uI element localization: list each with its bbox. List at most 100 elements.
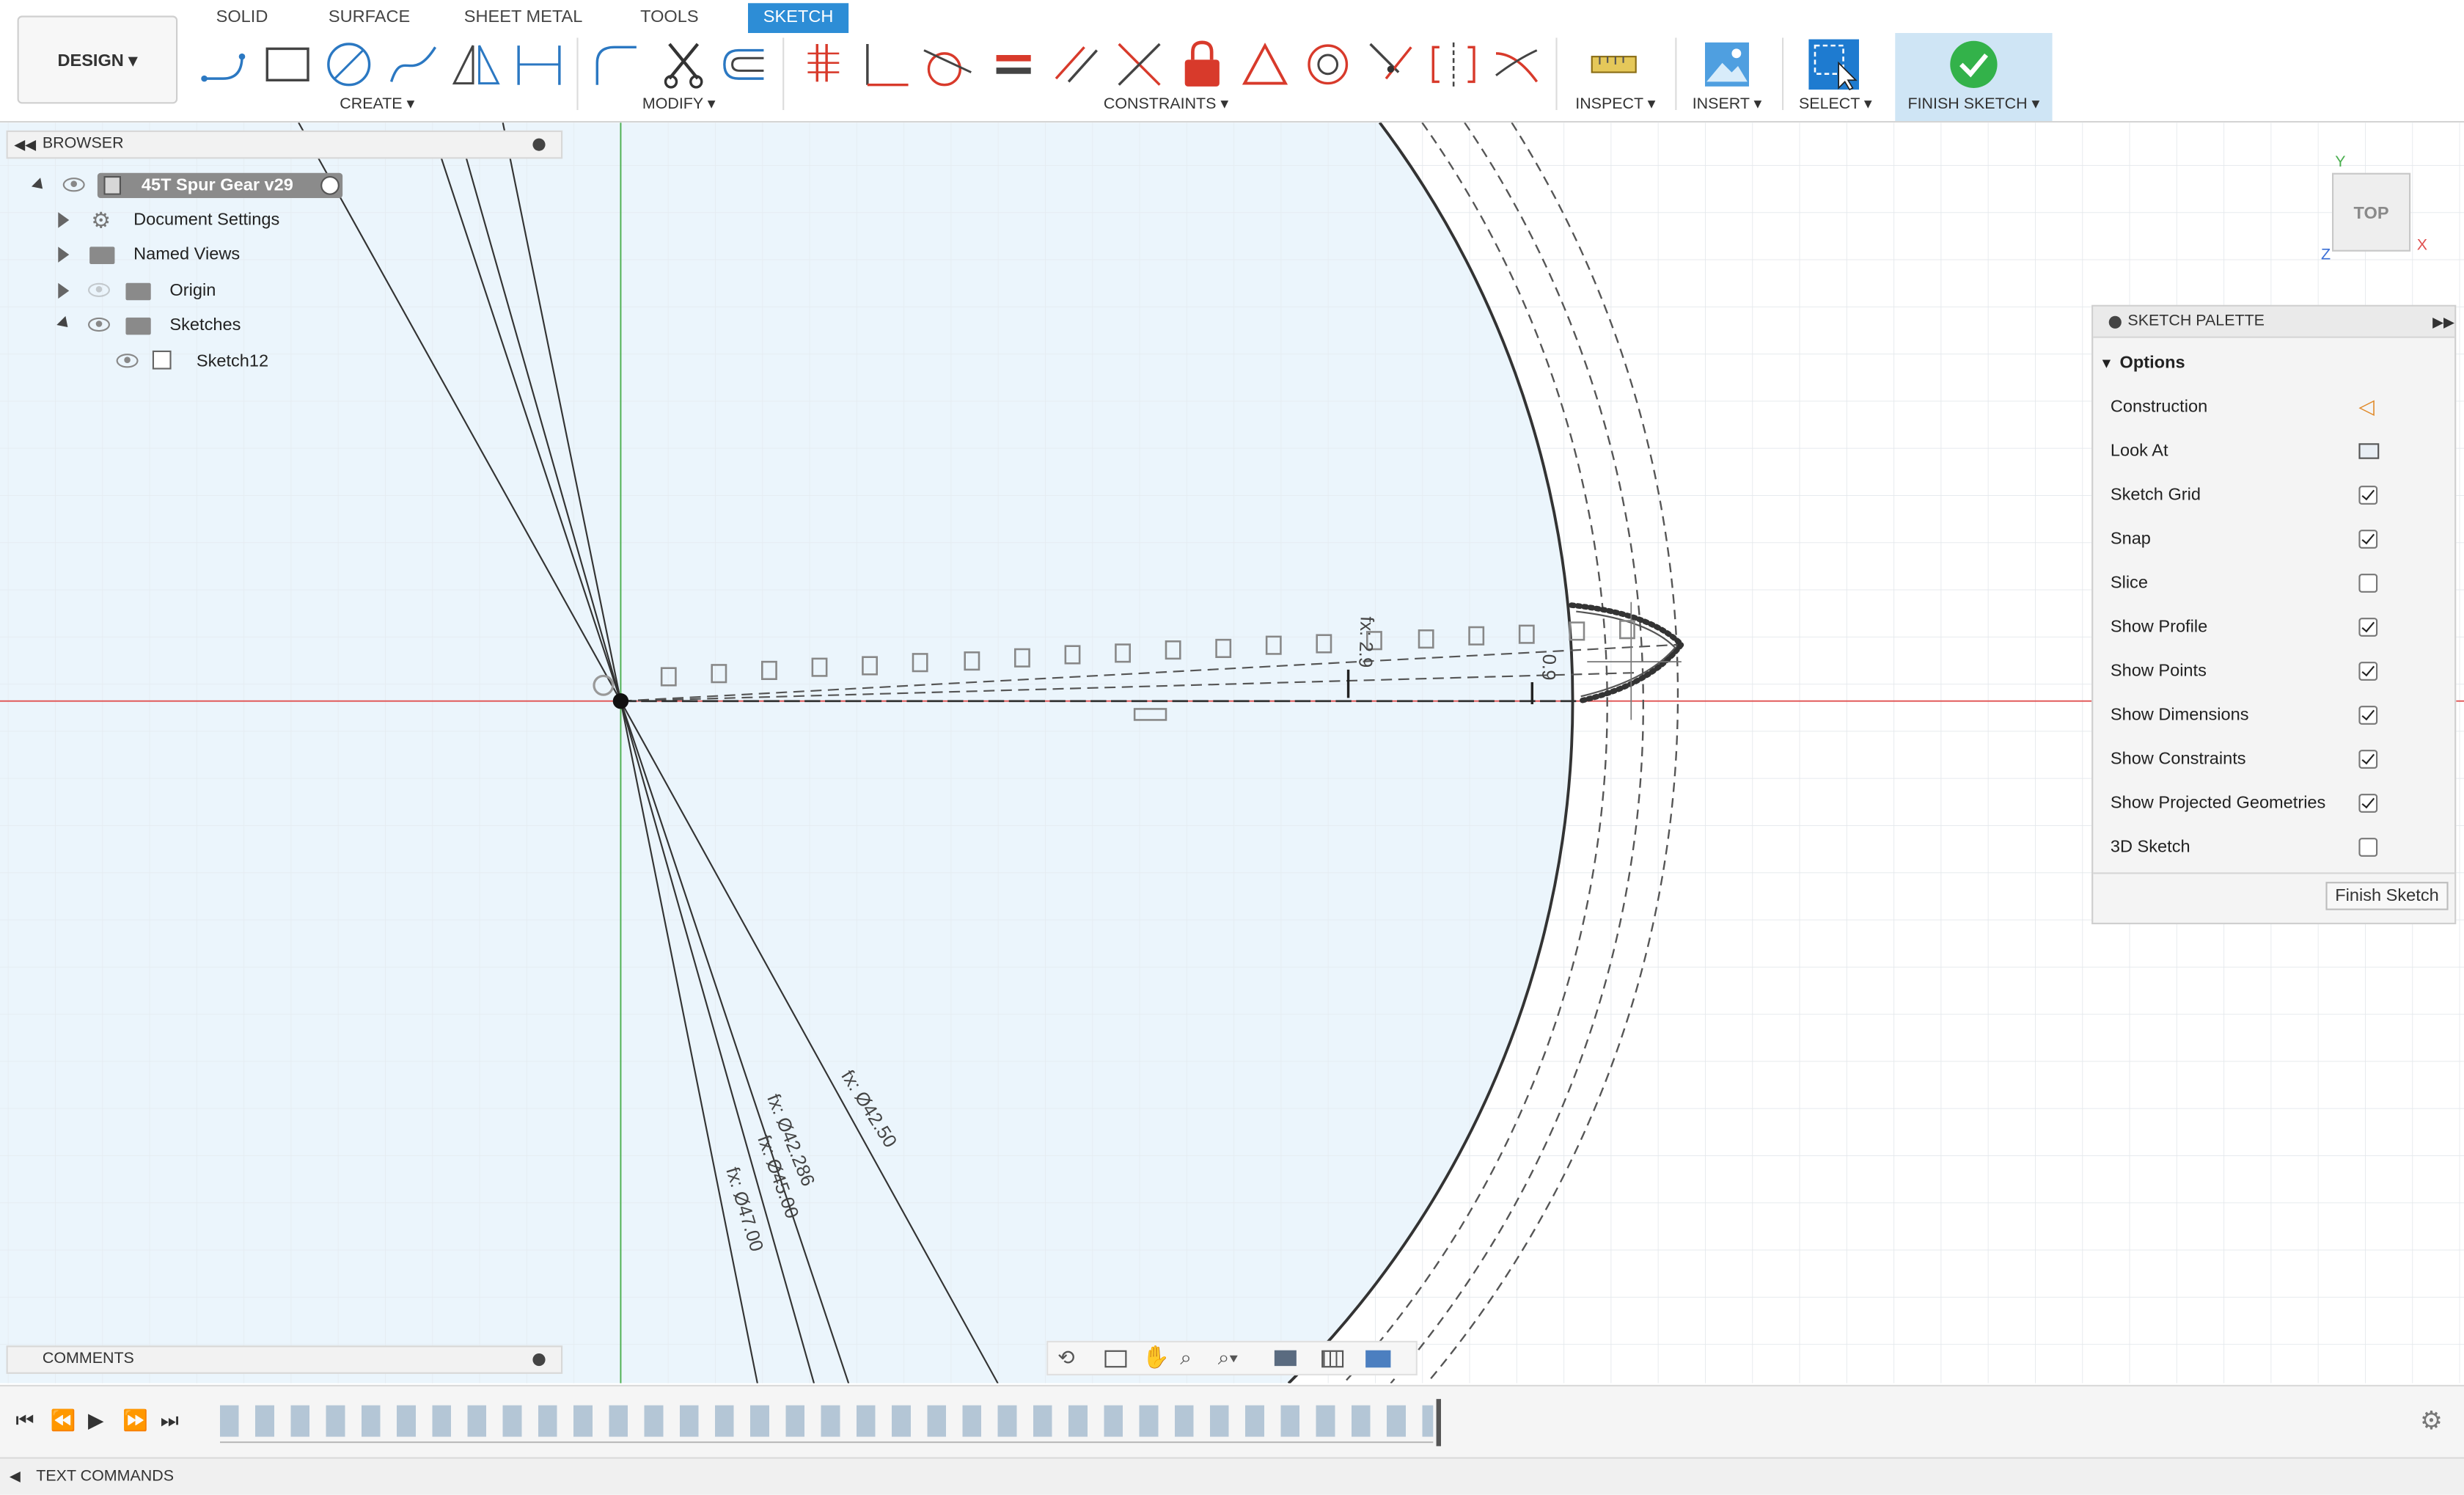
orbit-icon[interactable]: ⟲ xyxy=(1057,1345,1074,1370)
browser-item-named-views[interactable]: Named Views xyxy=(29,241,343,269)
perpendicular-x-constraint-icon[interactable] xyxy=(1112,37,1166,91)
palette-row-show-constraints[interactable]: Show Constraints xyxy=(2111,744,2441,775)
browser-item-sketch12[interactable]: Sketch12 xyxy=(29,348,343,376)
symmetry-constraint-icon[interactable] xyxy=(1427,37,1481,91)
show-projected-geometries-checkbox[interactable] xyxy=(2358,794,2378,813)
expand-triangle-icon[interactable] xyxy=(31,178,48,194)
circle-tool-icon[interactable] xyxy=(322,37,375,91)
palette-row-show-points[interactable]: Show Points xyxy=(2111,656,2441,687)
options-section-header[interactable]: ▼ Options xyxy=(2100,348,2430,379)
look-at-nav-icon[interactable] xyxy=(1104,1350,1127,1368)
construction-icon[interactable]: ◁ xyxy=(2358,392,2374,423)
tab-tools[interactable]: TOOLS xyxy=(631,3,707,33)
palette-row-show-projected-geometries[interactable]: Show Projected Geometries xyxy=(2111,788,2441,819)
trim-tool-icon[interactable] xyxy=(657,37,711,91)
3d-sketch-checkbox[interactable] xyxy=(2358,838,2378,857)
browser-panel-header[interactable]: ◀◀ BROWSER xyxy=(6,130,563,159)
browser-item-document-settings[interactable]: ⚙ Document Settings xyxy=(29,206,343,235)
finish-sketch-label[interactable]: FINISH SKETCH ▾ xyxy=(1895,96,2052,114)
tangent-constraint-icon[interactable] xyxy=(921,37,975,91)
perpendicular-constraint-icon[interactable] xyxy=(861,37,914,91)
palette-row-show-dimensions[interactable]: Show Dimensions xyxy=(2111,700,2441,731)
inspect-menu[interactable]: INSPECT ▾ xyxy=(1565,96,1665,114)
curvature-constraint-icon[interactable] xyxy=(1489,37,1543,91)
timeline-marker[interactable] xyxy=(1436,1399,1441,1447)
browser-root-row[interactable]: 45T Spur Gear v29 xyxy=(29,172,359,200)
pan-hand-icon[interactable]: ✋ xyxy=(1143,1344,1170,1370)
go-to-end-icon[interactable]: ⏭ xyxy=(161,1408,179,1433)
text-commands-bar[interactable]: ◀ TEXT COMMANDS xyxy=(0,1457,2464,1495)
visibility-eye-icon[interactable] xyxy=(62,178,85,192)
timeline-feature-icons[interactable] xyxy=(220,1405,1434,1437)
expand-triangle-icon[interactable] xyxy=(58,212,70,228)
show-constraints-checkbox[interactable] xyxy=(2358,750,2378,769)
comments-panel-header[interactable]: COMMENTS xyxy=(6,1345,563,1374)
palette-row-show-profile[interactable]: Show Profile xyxy=(2111,612,2441,643)
spline-tool-icon[interactable] xyxy=(386,37,440,91)
expand-triangle-icon[interactable] xyxy=(58,246,70,263)
show-dimensions-checkbox[interactable] xyxy=(2358,706,2378,725)
palette-row-look-at[interactable]: Look At xyxy=(2111,436,2441,467)
show-points-checkbox[interactable] xyxy=(2358,662,2378,681)
sketch-palette-header[interactable]: SKETCH PALETTE ▶▶ xyxy=(2093,306,2455,338)
zoom-icon[interactable]: ⌕ xyxy=(1180,1345,1192,1370)
expand-triangle-icon[interactable] xyxy=(58,282,70,299)
sketch-grid-checkbox[interactable] xyxy=(2358,486,2378,505)
insert-menu[interactable]: INSERT ▾ xyxy=(1682,96,1772,114)
text-commands-expand-icon[interactable]: ◀ xyxy=(10,1459,21,1495)
tab-surface[interactable]: SURFACE xyxy=(320,3,418,33)
dimension-tool-icon[interactable] xyxy=(513,37,566,91)
fix-unfix-lock-icon[interactable] xyxy=(1176,37,1229,91)
tab-solid[interactable]: SOLID xyxy=(205,3,280,33)
create-menu[interactable]: CREATE ▾ xyxy=(315,96,440,114)
collapse-palette-icon[interactable] xyxy=(2108,315,2122,329)
measure-icon[interactable] xyxy=(1587,37,1640,91)
coincident-constraint-icon[interactable] xyxy=(799,37,852,91)
timeline-settings-gear-icon[interactable]: ⚙ xyxy=(2420,1406,2443,1437)
concentric-constraint-icon[interactable] xyxy=(1301,37,1354,91)
visibility-eye-icon[interactable] xyxy=(116,354,139,368)
palette-row-sketch-grid[interactable]: Sketch Grid xyxy=(2111,480,2441,511)
palette-row-snap[interactable]: Snap xyxy=(2111,524,2441,555)
viewcube-top-face[interactable]: TOP xyxy=(2332,172,2411,252)
palette-finish-sketch-button[interactable]: Finish Sketch xyxy=(2325,882,2449,910)
look-at-icon[interactable] xyxy=(2358,443,2380,459)
palette-row-3d-sketch[interactable]: 3D Sketch xyxy=(2111,832,2441,863)
expand-palette-icon[interactable]: ▶▶ xyxy=(2432,307,2454,338)
equal-constraint-icon[interactable] xyxy=(987,37,1041,91)
collinear-constraint-icon[interactable] xyxy=(1364,37,1418,91)
modify-menu[interactable]: MODIFY ▾ xyxy=(616,96,741,114)
browser-item-sketches[interactable]: Sketches xyxy=(29,311,343,340)
add-comment-icon[interactable] xyxy=(532,1353,546,1367)
section-collapse-triangle-icon[interactable]: ▼ xyxy=(2100,355,2113,370)
insert-image-icon[interactable] xyxy=(1701,37,1754,91)
snap-checkbox[interactable] xyxy=(2358,530,2378,549)
constraints-menu[interactable]: CONSTRAINTS ▾ xyxy=(1085,96,1248,114)
display-settings-icon[interactable] xyxy=(1274,1350,1297,1367)
expand-triangle-icon[interactable] xyxy=(56,315,73,332)
palette-row-construction[interactable]: Construction ◁ xyxy=(2111,392,2441,423)
browser-item-origin[interactable]: Origin xyxy=(29,277,343,305)
play-icon[interactable]: ▶ xyxy=(88,1408,103,1433)
activate-radio-icon[interactable] xyxy=(320,176,340,195)
panel-options-icon[interactable] xyxy=(532,138,546,151)
select-icon[interactable] xyxy=(1807,37,1860,91)
tab-sheet-metal[interactable]: SHEET METAL xyxy=(459,3,588,33)
show-profile-checkbox[interactable] xyxy=(2358,618,2378,637)
step-back-icon[interactable]: ⏪ xyxy=(51,1408,76,1433)
line-tool-icon[interactable] xyxy=(198,37,252,91)
visibility-eye-icon[interactable] xyxy=(88,317,110,332)
palette-row-slice[interactable]: Slice xyxy=(2111,568,2441,599)
parallel-constraint-icon[interactable] xyxy=(1049,37,1103,91)
step-forward-icon[interactable]: ⏩ xyxy=(122,1408,148,1433)
select-menu[interactable]: SELECT ▾ xyxy=(1789,96,1883,114)
fillet-tool-icon[interactable] xyxy=(590,37,643,91)
slice-checkbox[interactable] xyxy=(2358,574,2378,593)
offset-tool-icon[interactable] xyxy=(716,37,770,91)
zoom-window-icon[interactable]: ⌕▾ xyxy=(1218,1345,1238,1370)
go-to-start-icon[interactable]: ⏮ xyxy=(15,1408,34,1433)
grid-snaps-icon[interactable] xyxy=(1321,1350,1344,1368)
midpoint-constraint-icon[interactable] xyxy=(1239,37,1292,91)
rectangle-tool-icon[interactable] xyxy=(261,37,315,91)
hidden-eye-icon[interactable] xyxy=(88,282,110,297)
